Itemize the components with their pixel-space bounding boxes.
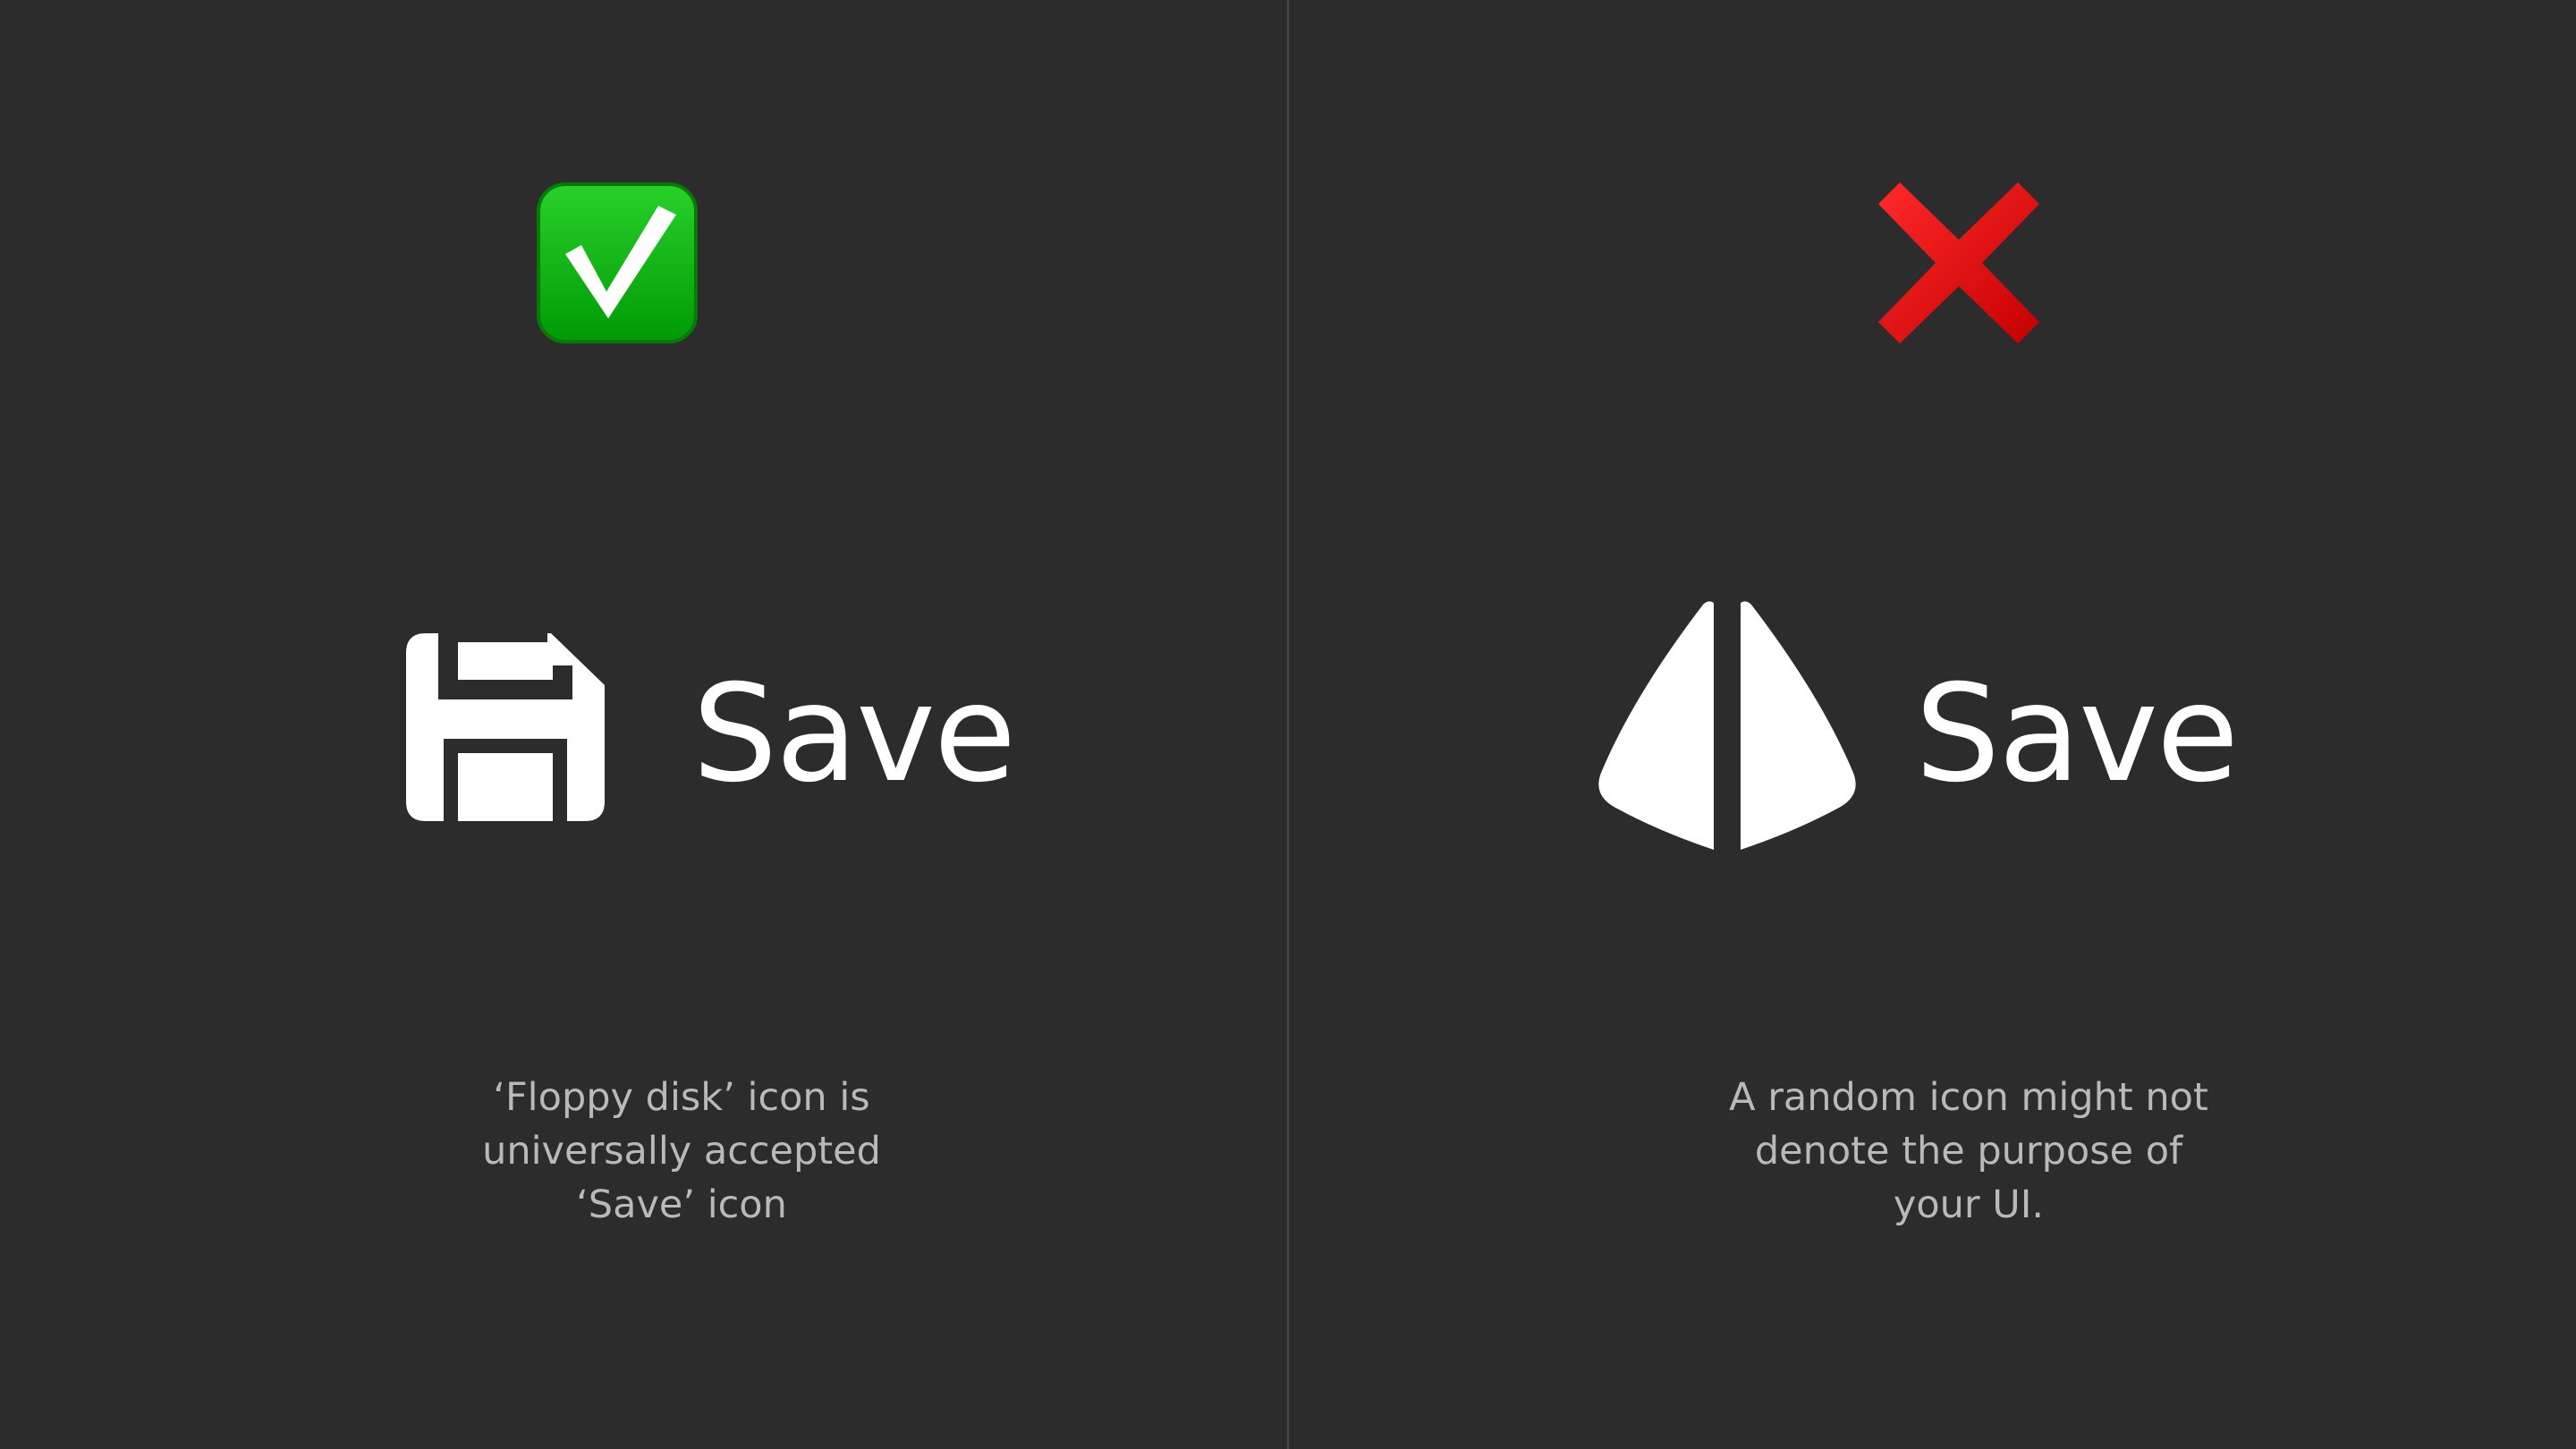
bad-caption: A random icon might not denote the purpo… bbox=[1691, 1071, 2246, 1232]
good-caption: ‘Floppy disk’ icon is universally accept… bbox=[404, 1071, 959, 1232]
comparison-slide: Save ‘Floppy disk’ icon is universally a… bbox=[0, 0, 2576, 1449]
check-mark-button-icon bbox=[537, 182, 698, 343]
random-sail-icon bbox=[1597, 597, 1857, 852]
floppy-disk-icon bbox=[406, 633, 605, 821]
caption-line: A random icon might not bbox=[1729, 1075, 2208, 1120]
caption-line: your UI. bbox=[1893, 1182, 2045, 1227]
caption-line: ‘Save’ icon bbox=[576, 1182, 787, 1227]
cross-mark-icon bbox=[1878, 182, 2039, 343]
save-label: Save bbox=[1915, 657, 2239, 812]
caption-line: denote the purpose of bbox=[1754, 1129, 2183, 1174]
good-example-panel: Save ‘Floppy disk’ icon is universally a… bbox=[0, 0, 1287, 1449]
bad-example-panel: Save A random icon might not denote the … bbox=[1289, 0, 2576, 1449]
caption-line: ‘Floppy disk’ icon is bbox=[493, 1075, 870, 1120]
save-label: Save bbox=[692, 657, 1016, 812]
caption-line: universally accepted bbox=[482, 1129, 881, 1174]
